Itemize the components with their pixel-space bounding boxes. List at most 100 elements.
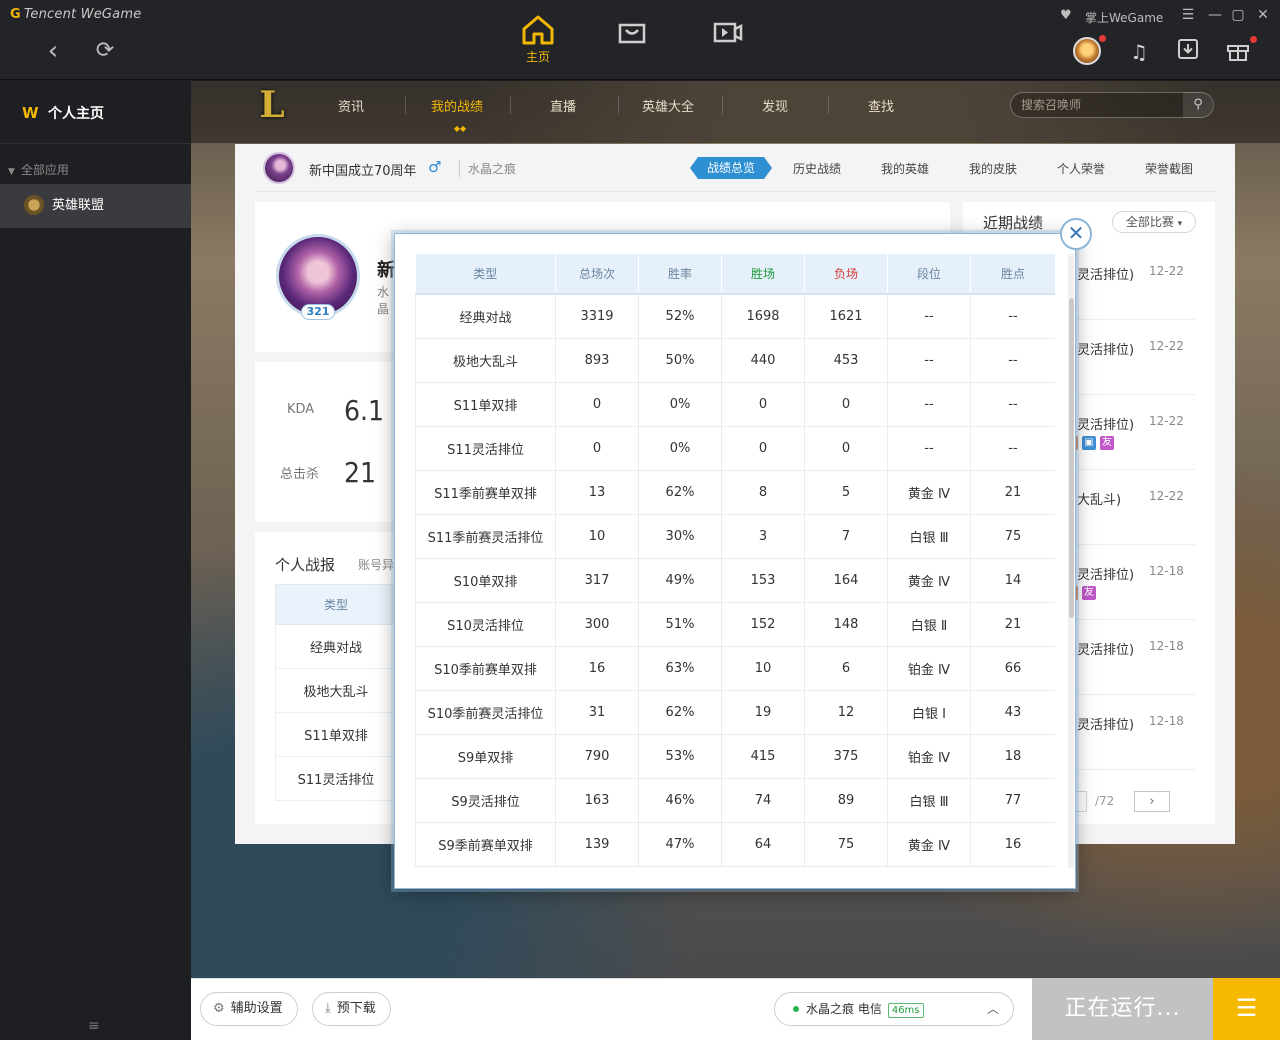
table-cell: 极地大乱斗 — [415, 338, 556, 383]
match-mode: 灵活排位) — [1077, 568, 1135, 583]
chevron-right-icon: › — [1149, 794, 1155, 809]
kills-label: 总击杀 — [280, 467, 320, 482]
recent-matches-title: 近期战绩 — [983, 214, 1044, 232]
server-select-label: 水晶之痕 电信 — [806, 1002, 882, 1016]
tab-search[interactable]: 查找 — [868, 96, 894, 115]
server-select[interactable]: 水晶之痕 电信 46ms ︿ — [774, 992, 1014, 1026]
lol-icon — [24, 194, 44, 215]
summoner-search-input[interactable] — [1021, 97, 1181, 113]
table-cell: 148 — [804, 602, 888, 647]
table-row: S9季前赛单双排 139 47% 64 75 黄金 Ⅳ 16 — [415, 822, 1055, 867]
home-nav-button[interactable]: 主页 — [514, 14, 562, 70]
video-nav-button[interactable] — [703, 14, 751, 70]
chevron-down-icon: ▾ — [1177, 219, 1183, 229]
next-page-button[interactable]: › — [1134, 791, 1170, 812]
column-header: 总场次 — [555, 254, 639, 295]
table-cell: S11季前赛单双排 — [415, 470, 556, 515]
sidebar-menu-icon[interactable]: ≡ — [88, 1018, 100, 1034]
scrollbar-thumb[interactable] — [1069, 298, 1074, 618]
table-cell: 14 — [970, 558, 1055, 603]
music-icon[interactable]: ♫ — [1124, 37, 1154, 67]
table-cell: S10季前赛灵活排位 — [415, 690, 556, 735]
table-cell: S9季前赛单双排 — [415, 822, 556, 867]
gift-icon[interactable] — [1223, 36, 1257, 67]
table-row: S11灵活排位 0 0% 0 0 -- -- — [415, 426, 1055, 471]
maximize-button[interactable]: ▢ — [1226, 4, 1250, 26]
download-icon[interactable] — [1173, 37, 1203, 67]
table-cell: 0 — [721, 426, 805, 471]
tab-my-skins[interactable]: 我的皮肤 — [969, 160, 1017, 177]
match-mode: 大乱斗) — [1077, 493, 1122, 508]
wegame-w-icon: W — [22, 104, 39, 122]
table-cell: 89 — [804, 778, 888, 823]
home-icon — [522, 15, 554, 45]
page-total: /72 — [1095, 794, 1115, 808]
assist-settings-button[interactable]: ⚙ 辅助设置 — [200, 992, 298, 1026]
ping-badge: 46ms — [887, 1003, 924, 1018]
match-tags: 友 — [1072, 585, 1100, 600]
user-avatar[interactable] — [1073, 35, 1106, 67]
sidebar-group-all-apps[interactable]: ▼ 全部应用 — [8, 161, 69, 178]
tab-news[interactable]: 资讯 — [338, 96, 364, 115]
table-cell: 10 — [555, 514, 639, 559]
sidebar-item-home[interactable]: W 个人主页 — [22, 103, 104, 123]
table-cell: 77 — [970, 778, 1055, 823]
mobile-wegame-icon[interactable]: ♥ — [1060, 8, 1072, 23]
table-cell: 19 — [721, 690, 805, 735]
table-cell: 18 — [970, 734, 1055, 779]
table-cell: 75 — [970, 514, 1055, 559]
refresh-button[interactable]: ⟳ — [90, 36, 120, 66]
running-button[interactable]: 正在运行... — [1032, 978, 1213, 1040]
pre-download-button[interactable]: ⤓ 预下载 — [312, 992, 391, 1026]
tab-champions[interactable]: 英雄大全 — [642, 96, 694, 115]
tab-honors[interactable]: 个人荣誉 — [1057, 160, 1105, 177]
match-tags: ▣ 友 — [1072, 435, 1118, 450]
launch-menu-button[interactable]: ☰ — [1213, 978, 1280, 1040]
video-icon — [713, 22, 743, 43]
mobile-wegame-link[interactable]: 掌上WeGame — [1085, 9, 1163, 26]
tab-my-record[interactable]: 我的战绩 — [431, 96, 483, 115]
table-row: S10灵活排位 300 51% 152 148 白银 Ⅱ 21 — [415, 602, 1055, 647]
server-name: 水晶之痕 — [459, 160, 516, 177]
notification-dot — [1099, 35, 1106, 42]
table-row: S11灵活排位 — [275, 756, 397, 801]
minimize-button[interactable]: — — [1203, 4, 1227, 26]
table-cell: 黄金 Ⅳ — [887, 470, 971, 515]
store-nav-button[interactable] — [608, 14, 656, 70]
avatar[interactable] — [263, 152, 295, 184]
match-filter-dropdown[interactable]: 全部比赛 ▾ — [1112, 211, 1196, 233]
menu-window-button[interactable]: ☰ — [1176, 4, 1200, 26]
table-cell: -- — [970, 338, 1055, 383]
table-cell: 铂金 Ⅳ — [887, 734, 971, 779]
avatar — [1073, 37, 1101, 65]
match-mode: 灵活排位) — [1077, 268, 1135, 283]
table-cell: 62% — [638, 690, 722, 735]
table-cell: 白银 Ⅲ — [887, 514, 971, 559]
stats-table-container[interactable]: 类型 总场次 胜率 胜场 负场 段位 胜点 经典对战 3319 52% 1698 1621 -- -- 极… — [415, 254, 1055, 868]
wegame-g-icon: G — [10, 7, 21, 22]
gift-notification-dot — [1250, 36, 1257, 43]
profile-big-server: 水晶 — [377, 285, 390, 316]
home-nav-label: 主页 — [525, 50, 550, 64]
table-cell: 375 — [804, 734, 888, 779]
table-cell: 黄金 Ⅳ — [887, 558, 971, 603]
tab-discover[interactable]: 发现 — [762, 96, 788, 115]
close-window-button[interactable]: ✕ — [1251, 4, 1275, 26]
match-mode: 灵活排位) — [1077, 418, 1135, 433]
table-cell: S10单双排 — [415, 558, 556, 603]
match-date: 12-22 — [1149, 339, 1184, 353]
tab-my-heroes[interactable]: 我的英雄 — [881, 160, 929, 177]
table-cell: 49% — [638, 558, 722, 603]
tab-overview[interactable]: 战绩总览 — [690, 157, 772, 179]
lol-logo[interactable]: L — [254, 84, 290, 126]
table-cell: 63% — [638, 646, 722, 691]
back-button[interactable]: ‹ — [38, 36, 68, 66]
sidebar-item-lol[interactable]: 英雄联盟 — [0, 184, 191, 228]
table-cell: 1621 — [804, 294, 888, 339]
search-icon[interactable]: ⚲ — [1183, 92, 1213, 118]
tab-live[interactable]: 直播 — [550, 96, 576, 115]
tab-honor-screenshots[interactable]: 荣誉截图 — [1145, 160, 1193, 177]
personal-report-table: 类型 经典对战 极地大乱斗 S11单双排 S11灵活排位 — [275, 584, 397, 801]
close-modal-button[interactable]: ✕ — [1060, 218, 1092, 250]
tab-history[interactable]: 历史战绩 — [793, 160, 841, 177]
